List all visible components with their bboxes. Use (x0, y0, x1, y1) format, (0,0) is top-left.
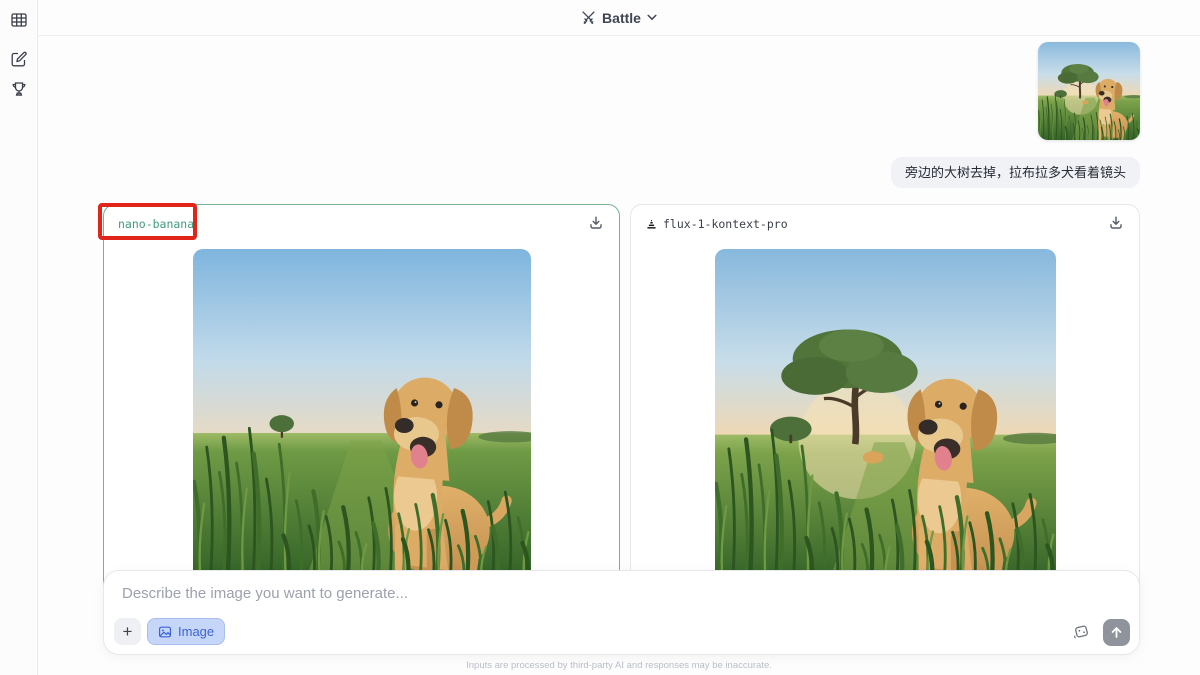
generated-image-left[interactable] (193, 249, 531, 587)
add-attachment-button[interactable]: + (114, 618, 141, 645)
trophy-icon[interactable] (10, 80, 28, 98)
image-mode-button[interactable]: Image (147, 618, 225, 645)
conversation-area: 旁边的大树去掉，拉布拉多犬看着镜头 nano-banana (38, 36, 1200, 675)
user-uploaded-image[interactable] (1038, 42, 1140, 140)
chevron-down-icon (647, 14, 657, 21)
model-panel-flux: flux-1-kontext-pro (630, 204, 1140, 624)
model-name-label: nano-banana (118, 217, 194, 231)
app-window: Battle (0, 0, 1200, 675)
model-name-label: flux-1-kontext-pro (645, 217, 788, 231)
panel-header: nano-banana (104, 205, 619, 245)
send-button[interactable] (1103, 619, 1130, 646)
battle-mode-dropdown[interactable]: Battle (581, 10, 657, 26)
grid-table-icon[interactable] (10, 11, 28, 29)
image-icon (158, 625, 172, 639)
generated-image-right[interactable] (715, 249, 1056, 590)
download-icon[interactable] (1108, 215, 1126, 233)
bfl-triangle-logo-icon (645, 218, 658, 231)
prompt-composer: + Image (103, 570, 1140, 655)
panel-header: flux-1-kontext-pro (631, 205, 1139, 245)
crossed-swords-icon (581, 10, 596, 25)
prompt-input[interactable] (122, 585, 1102, 611)
user-message-bubble: 旁边的大树去掉，拉布拉多犬看着镜头 (891, 157, 1140, 188)
compose-icon[interactable] (10, 50, 28, 68)
mode-label: Battle (602, 10, 641, 26)
top-bar: Battle (38, 0, 1200, 36)
sidebar (0, 0, 38, 675)
arrow-up-icon (1110, 626, 1123, 639)
model-panel-nano-banana: nano-banana (103, 204, 620, 624)
download-icon[interactable] (588, 215, 606, 233)
disclaimer-text: Inputs are processed by third-party AI a… (38, 660, 1200, 671)
image-button-label: Image (178, 624, 214, 639)
random-prompt-dice-button[interactable] (1072, 622, 1091, 641)
